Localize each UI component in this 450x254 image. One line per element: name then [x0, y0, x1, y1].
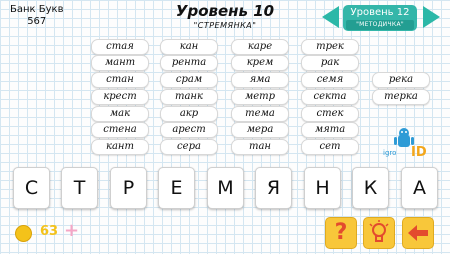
letter-tile[interactable]: Я [255, 167, 292, 209]
idea-button[interactable] [363, 217, 395, 249]
found-word: кан [160, 39, 218, 55]
coin-icon [15, 225, 32, 242]
found-word: мера [231, 122, 289, 138]
found-word: трек [301, 39, 359, 55]
robot-eye [405, 131, 407, 133]
igroid-logo: igro ID [383, 128, 427, 158]
found-word: крем [231, 55, 289, 71]
plus-icon[interactable]: + [64, 220, 79, 241]
back-button[interactable] [402, 217, 434, 249]
found-word: танк [160, 89, 218, 105]
logo-text: igro [383, 149, 396, 157]
found-word: метр [231, 89, 289, 105]
hint-button[interactable]: ? [325, 217, 357, 249]
letter-tile[interactable]: С [13, 167, 50, 209]
found-word: река [372, 72, 430, 88]
letter-tile[interactable]: А [401, 167, 438, 209]
logo-text-id: ID [411, 145, 427, 158]
letter-tile[interactable]: М [207, 167, 244, 209]
found-word: тема [231, 106, 289, 122]
found-word: кант [91, 139, 149, 155]
robot-arm [411, 137, 414, 145]
found-word: стая [91, 39, 149, 55]
found-word: стан [91, 72, 149, 88]
found-word: терка [372, 89, 430, 105]
letter-tile[interactable]: Т [61, 167, 98, 209]
found-word: семя [301, 72, 359, 88]
lightbulb-icon [369, 220, 389, 242]
found-word: мак [91, 106, 149, 122]
robot-eye [401, 131, 403, 133]
found-word: рак [301, 55, 359, 71]
back-arrow-icon [408, 225, 428, 241]
found-word: срам [160, 72, 218, 88]
found-word: мант [91, 55, 149, 71]
letter-tile[interactable]: Е [158, 167, 195, 209]
found-word: сет [301, 139, 359, 155]
found-word: секта [301, 89, 359, 105]
robot-arm [394, 137, 397, 145]
found-word: акр [160, 106, 218, 122]
robot-head [399, 128, 409, 138]
found-word: сера [160, 139, 218, 155]
letter-tile[interactable]: К [352, 167, 389, 209]
letter-tile[interactable]: Р [110, 167, 147, 209]
coin-count: 63 [40, 224, 59, 239]
found-word: рента [160, 55, 218, 71]
found-word: стек [301, 106, 359, 122]
found-word: арест [160, 122, 218, 138]
found-word: мята [301, 122, 359, 138]
found-word: тан [231, 139, 289, 155]
letter-tile[interactable]: Н [304, 167, 341, 209]
found-word: стена [91, 122, 149, 138]
found-word: крест [91, 89, 149, 105]
question-icon: ? [334, 220, 348, 245]
found-word: яма [231, 72, 289, 88]
found-word: каре [231, 39, 289, 55]
